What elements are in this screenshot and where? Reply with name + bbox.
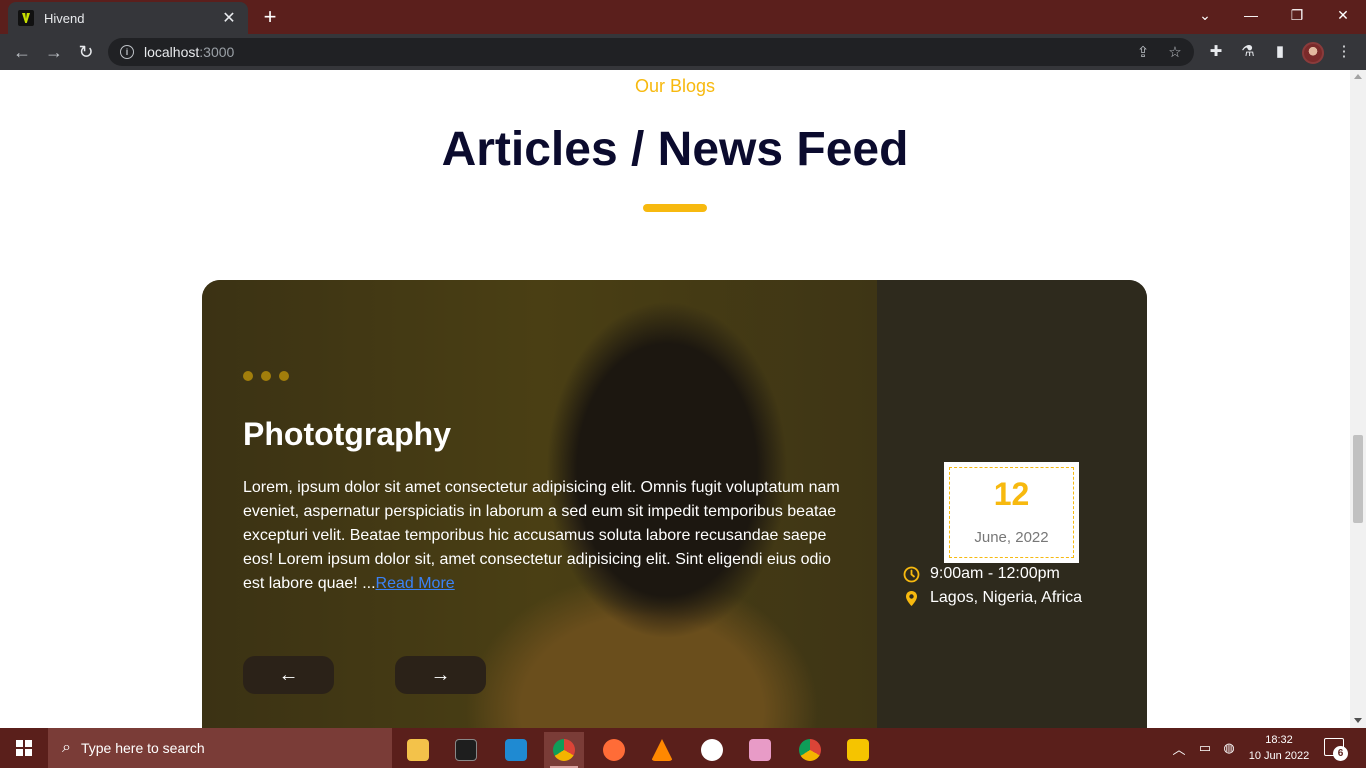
close-tab-icon[interactable]: ✕ [220,8,238,28]
url-port: :3000 [199,44,235,60]
show-hidden-icons-icon[interactable]: ︿ [1168,728,1190,768]
vlc-icon [651,739,673,761]
hivend-favicon-icon [18,10,34,26]
event-location: Lagos, Nigeria, Africa [903,589,1082,607]
file-explorer-app[interactable] [398,732,438,768]
date-badge: 12 June, 2022 [944,462,1079,563]
page-scrollbar[interactable] [1350,70,1366,728]
title-underline [643,204,707,212]
labs-icon[interactable]: ⚗ [1238,42,1258,62]
tab-search-icon[interactable]: ⌄ [1182,0,1228,30]
scroll-up-icon[interactable] [1354,74,1362,79]
terminal-icon [455,739,477,761]
scrollbar-thumb[interactable] [1353,435,1363,523]
dot[interactable] [243,371,253,381]
date-month: June, 2022 [974,529,1049,546]
chrome-icon [799,739,821,761]
taskbar-search-placeholder: Type here to search [80,740,205,756]
dot[interactable] [261,371,271,381]
info-icon[interactable]: i [120,45,134,59]
windows-taskbar: ⌕ Type here to search ︿ ▭ ◍ 18:32 10 Jun… [0,728,1366,768]
close-window-button[interactable]: ✕ [1320,0,1366,30]
forward-icon[interactable]: → [42,40,66,64]
post-body: Lorem, ipsum dolor sit amet consectetur … [243,476,853,596]
url-host: localhost [144,44,200,60]
folder-icon [407,739,429,761]
section-eyebrow: Our Blogs [634,76,716,96]
browser-titlebar: Hivend ✕ + ⌄ — ❐ ✕ [0,0,1366,34]
notification-count-badge: 6 [1333,746,1348,761]
browser-tab[interactable]: Hivend ✕ [8,2,248,34]
prev-slide-button[interactable]: ← [243,656,334,694]
next-slide-button[interactable]: → [395,656,486,694]
postman-icon [603,739,625,761]
image-icon [749,739,771,761]
clock-time: 18:32 [1265,734,1293,746]
event-time: 9:00am - 12:00pm [903,565,1060,583]
keepass-app[interactable] [838,732,878,768]
vscode-icon [505,739,527,761]
lock-icon [847,739,869,761]
location-pin-icon [906,590,917,606]
system-clock[interactable]: 18:32 10 Jun 2022 [1244,732,1314,764]
restore-button[interactable]: ❐ [1274,0,1320,30]
address-bar[interactable]: i localhost:3000 ⇪ ☆ [108,38,1194,66]
back-icon[interactable]: ← [10,40,34,64]
star-icon[interactable]: ☆ [1166,44,1184,62]
mongodb-icon [701,739,723,761]
terminal-app[interactable] [446,732,486,768]
post-title: Phototgraphy [243,416,451,452]
postman-app[interactable] [594,732,634,768]
browser-toolbar: ← → ↻ i localhost:3000 ⇪ ☆ ✚ ⚗ ▮ ⋮ [0,34,1366,70]
tab-title: Hivend [44,10,85,26]
side-panel-icon[interactable]: ▮ [1270,42,1290,62]
profile-avatar[interactable] [1302,42,1324,64]
search-icon: ⌕ [62,739,71,756]
start-button[interactable] [0,728,48,768]
chrome-app[interactable] [790,732,830,768]
new-tab-button[interactable]: + [258,6,282,30]
share-icon[interactable]: ⇪ [1134,44,1152,62]
extensions-icon[interactable]: ✚ [1206,42,1226,62]
section-title: Articles / News Feed [441,123,909,176]
date-day: 12 [993,476,1030,512]
event-location-text: Lagos, Nigeria, Africa [930,589,1083,606]
windows-logo-icon [16,740,32,756]
post-excerpt: Lorem, ipsum dolor sit amet consectetur … [243,479,840,592]
menu-icon[interactable]: ⋮ [1334,42,1354,62]
slide-dots [243,371,289,381]
chrome-dev-icon [553,739,575,761]
reload-icon[interactable]: ↻ [74,40,98,64]
taskbar-search[interactable]: ⌕ Type here to search [48,728,392,768]
scroll-down-icon[interactable] [1354,718,1362,723]
vlc-app[interactable] [642,732,682,768]
event-time-text: 9:00am - 12:00pm [930,565,1060,582]
minimize-button[interactable]: — [1228,0,1274,30]
read-more-link[interactable]: Read More [376,575,455,592]
image-app[interactable] [740,732,780,768]
vscode-app[interactable] [496,732,536,768]
chrome-dev-app[interactable] [544,732,584,768]
mongodb-app[interactable] [692,732,732,768]
dot[interactable] [279,371,289,381]
battery-icon[interactable]: ▭ [1194,728,1216,768]
clock-icon [903,566,920,582]
clock-date: 10 Jun 2022 [1248,750,1310,762]
network-globe-icon[interactable]: ◍ [1218,728,1240,768]
page-content: Our Blogs Articles / News Feed Phototgra… [0,70,1350,728]
